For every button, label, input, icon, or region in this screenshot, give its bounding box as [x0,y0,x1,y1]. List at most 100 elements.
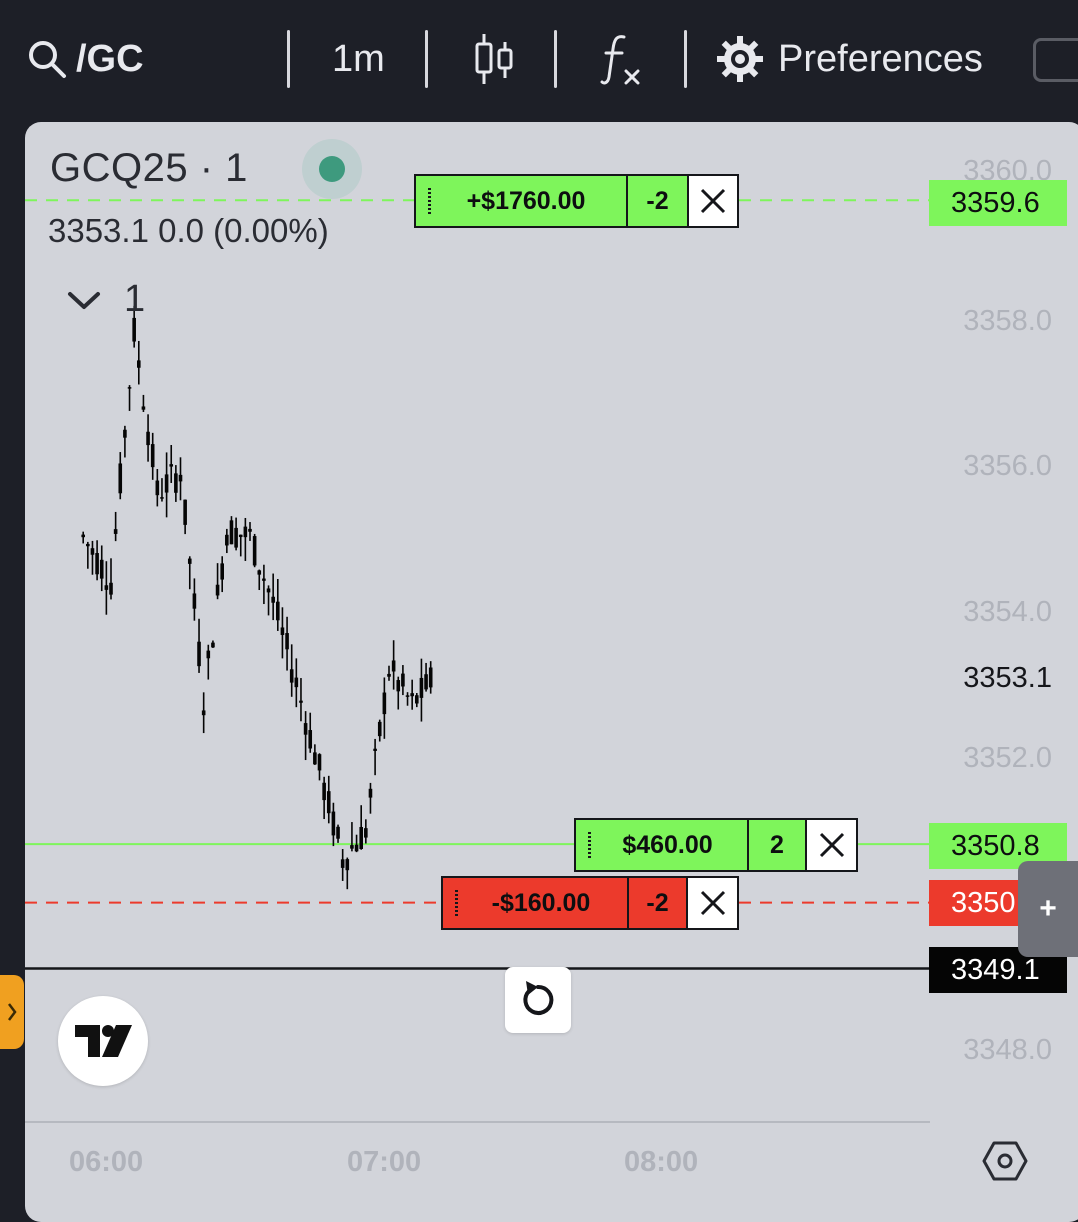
add-order-button[interactable]: + [1018,861,1078,957]
y-axis-tick: 3354.0 [963,596,1052,628]
candle-body [192,593,197,609]
chart-type-button[interactable] [472,28,516,90]
chart-symbol-title: GCQ25 · 1 [50,146,248,190]
candle-body [294,677,299,688]
candle-body [396,680,401,692]
window-toggle-button[interactable] [1033,38,1078,82]
candle-body [99,559,104,579]
candle-body [197,641,201,667]
candle-body [271,596,275,603]
candle-body [201,710,206,716]
settings-hexagon-icon [982,1141,1028,1181]
toolbar-divider [684,30,687,88]
top-toolbar: /GC 1m Preferences [0,0,1078,120]
candle-body [340,859,345,868]
candlestick-icon [475,34,513,84]
candle-body [146,431,150,446]
candle-body [137,360,141,368]
side-panel-toggle[interactable] [0,975,24,1049]
candle-body [410,693,414,697]
y-axis-tick: 3348.0 [963,1034,1052,1066]
candle-body [178,474,183,482]
candle-body [90,548,95,555]
chart-settings-button[interactable] [982,1138,1028,1184]
candle-body [155,480,160,496]
chevron-down-icon [68,291,100,309]
candle-body [118,463,123,494]
candle-body [238,534,243,538]
toolbar-divider [287,30,290,88]
drag-handle-icon[interactable] [428,188,431,214]
candle-body [252,536,257,566]
x-axis-tick: 06:00 [69,1146,144,1178]
candle-body [336,826,340,839]
candle-body [391,660,396,672]
interval-button[interactable]: 1m [332,28,385,90]
candle-body [104,585,109,590]
y-axis-tick: 3352.0 [963,742,1052,774]
candle-body [368,788,373,798]
candle-body [183,499,187,525]
candle-body [211,642,215,648]
position-qty[interactable]: 2 [749,820,807,870]
symbol-label: /GC [76,37,144,80]
stop-loss-close-button[interactable] [688,878,737,928]
collapse-count: 1 [124,278,146,320]
search-icon [29,41,66,78]
take-profit-price-tag: 3359.6 [929,180,1067,226]
candle-body [81,534,85,538]
chart-panel[interactable] [25,122,1078,1222]
candle-body [313,752,317,765]
stop-loss-pl[interactable]: -$160.00 [443,878,629,928]
live-dot-icon [319,156,345,182]
toolbar-divider [554,30,557,88]
candle-body [401,673,405,687]
drag-handle-icon[interactable] [588,832,591,858]
current-price-label: 3353.1 [963,662,1052,694]
close-icon [700,188,726,214]
stop-loss-pl-value: -$160.00 [491,888,591,917]
drag-handle-icon[interactable] [455,890,458,916]
position-close-button[interactable] [807,820,856,870]
price-chart[interactable] [25,122,1078,1222]
candle-body [234,527,238,548]
candle-body [382,692,387,715]
tradingview-logo-icon [75,1025,132,1057]
stop-loss-order[interactable]: -$160.00 -2 [441,876,739,930]
candle-body [174,473,178,493]
reset-chart-button[interactable] [505,967,571,1033]
candle-body [331,811,336,836]
chart-quote: 3353.1 0.0 (0.00%) [48,212,329,249]
candle-body [350,845,354,849]
candle-body [132,317,136,342]
preferences-button[interactable]: Preferences [716,28,983,90]
candle-body [220,563,224,580]
close-icon [819,832,844,858]
stop-loss-qty[interactable]: -2 [629,878,688,928]
candle-body [109,582,113,595]
candle-body [428,667,433,688]
indicators-button[interactable] [600,28,644,90]
take-profit-order[interactable]: +$1760.00 -2 [414,174,739,228]
symbol-search[interactable]: /GC [26,28,144,90]
take-profit-pl-value: +$1760.00 [466,186,586,215]
x-axis-tick: 08:00 [624,1146,699,1178]
take-profit-pl[interactable]: +$1760.00 [416,176,628,226]
position-pl[interactable]: $460.00 [576,820,749,870]
candle-body [424,674,428,690]
candle-body [187,558,192,564]
legend-collapse-toggle[interactable]: 1 [66,278,145,321]
candle-body [299,700,303,703]
plus-icon: + [1039,892,1057,925]
take-profit-close-button[interactable] [689,176,737,226]
toolbar-divider [425,30,428,88]
y-axis-tick: 3358.0 [963,305,1052,337]
tradingview-logo-button[interactable] [58,996,148,1086]
position-order[interactable]: $460.00 2 [574,818,858,872]
candle-body [257,570,262,575]
candle-body [160,497,164,499]
y-axis-tick: 3356.0 [963,450,1052,482]
candle-body [86,543,90,547]
take-profit-qty[interactable]: -2 [628,176,689,226]
market-status-indicator [302,139,362,199]
